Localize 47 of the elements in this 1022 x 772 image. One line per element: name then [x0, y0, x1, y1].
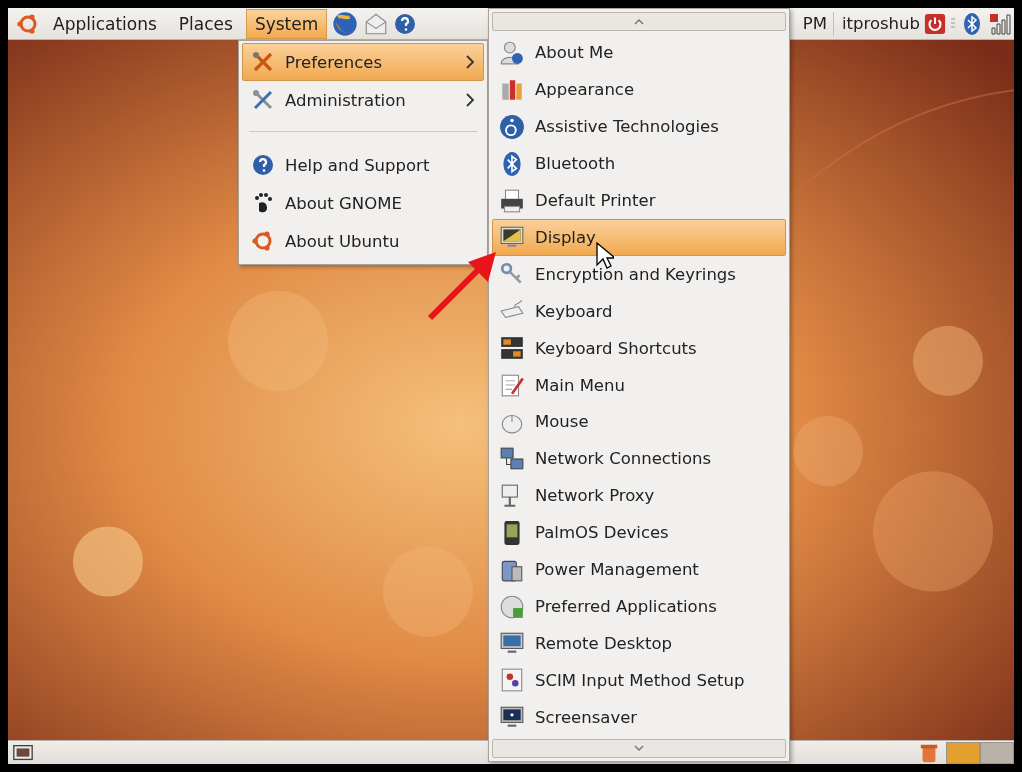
menu-item[interactable]: Network Connections — [492, 440, 786, 478]
menu-item[interactable]: Assistive Technologies — [492, 108, 786, 146]
menu-item[interactable]: Keyboard Shortcuts — [492, 329, 786, 367]
user-name[interactable]: itproshub — [837, 14, 920, 33]
menu-item[interactable]: About GNOME — [242, 184, 484, 222]
menu-item[interactable]: Help and Support — [242, 146, 484, 184]
menu-item[interactable]: Preferred Applications — [492, 588, 786, 625]
scroll-up-button[interactable] — [492, 12, 786, 32]
workspace[interactable] — [946, 741, 980, 764]
panel-menu[interactable]: System — [245, 8, 328, 39]
notepad-icon — [499, 372, 525, 399]
menu-item[interactable]: Screensaver — [492, 698, 786, 736]
printer-icon — [499, 187, 525, 214]
menu-item[interactable]: Network Proxy — [492, 477, 786, 515]
chevron-down-icon[interactable] — [633, 744, 645, 753]
menu-item[interactable]: PalmOS Devices — [492, 514, 786, 552]
menu-item[interactable]: Encryption and Keyrings — [492, 255, 786, 293]
menu-item[interactable]: Default Printer — [492, 182, 786, 219]
browser-icon — [331, 9, 360, 38]
menu-item[interactable]: Mouse — [492, 403, 786, 441]
network-icon — [499, 445, 525, 472]
help-icon — [251, 153, 275, 177]
clock-text[interactable]: PM — [802, 14, 829, 33]
menu-item[interactable]: Main Menu — [492, 366, 786, 404]
menu-item[interactable]: Power Management — [492, 551, 786, 589]
menu-item[interactable]: Remote Desktop — [492, 624, 786, 662]
menu-item[interactable]: About Ubuntu — [242, 222, 484, 260]
workspace[interactable] — [980, 741, 1014, 764]
menu-item[interactable]: Preferences — [242, 43, 484, 81]
menu-item[interactable]: Display — [492, 219, 786, 256]
menu-item[interactable]: SCIM Input Method Setup — [492, 661, 786, 699]
annotation-arrow — [427, 252, 496, 321]
menu-item[interactable]: Keyboard — [492, 292, 786, 330]
signal-icon — [988, 11, 1012, 36]
menu-item[interactable]: Administration — [242, 81, 484, 119]
handle-icon[interactable] — [951, 16, 955, 31]
panel-menu[interactable]: Places — [169, 8, 242, 39]
panel-menu[interactable]: Applications — [44, 8, 166, 39]
person-icon — [499, 39, 525, 66]
menu-item[interactable]: About Me — [492, 34, 786, 72]
chevron-up-icon[interactable] — [633, 17, 645, 26]
power-icon — [924, 12, 946, 35]
pointer-icon — [596, 242, 614, 270]
scroll-down-button[interactable] — [492, 738, 786, 759]
menu-item[interactable]: Bluetooth — [492, 145, 786, 183]
help-icon — [393, 11, 418, 36]
menu-item[interactable]: Appearance — [492, 71, 786, 109]
